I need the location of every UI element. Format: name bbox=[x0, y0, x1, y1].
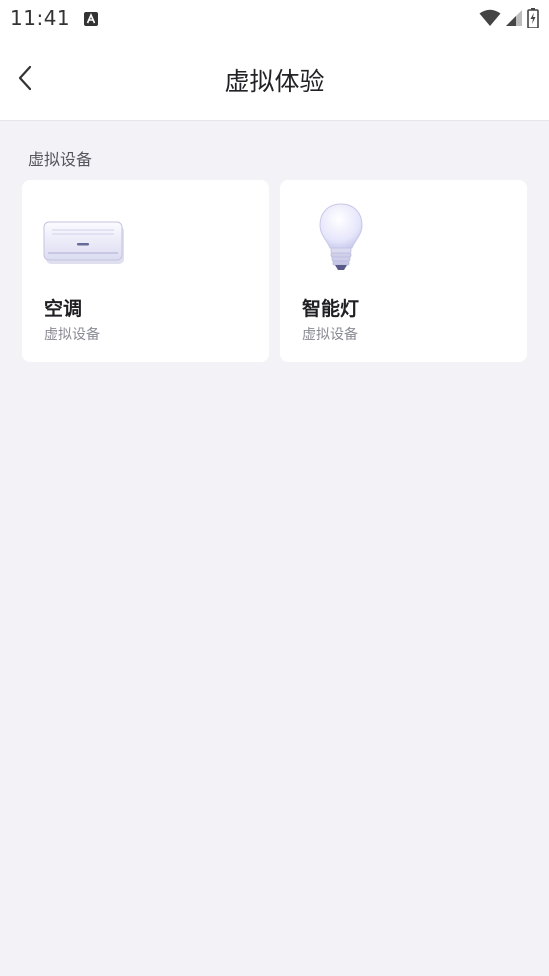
page-title: 虚拟体验 bbox=[224, 67, 325, 96]
app-bar: 虚拟体验 bbox=[0, 38, 549, 121]
notification-a-icon bbox=[84, 11, 98, 30]
device-card-air-conditioner[interactable]: 空调 虚拟设备 bbox=[22, 180, 269, 362]
device-subtitle: 虚拟设备 bbox=[302, 327, 358, 343]
status-indicators bbox=[479, 8, 539, 32]
signal-icon bbox=[505, 9, 523, 31]
battery-charging-icon bbox=[527, 8, 539, 32]
status-bar: 11:41 bbox=[0, 0, 549, 38]
device-name: 智能灯 bbox=[302, 298, 360, 320]
air-conditioner-icon bbox=[42, 202, 126, 286]
status-time: 11:41 bbox=[10, 6, 71, 30]
section-label: 虚拟设备 bbox=[28, 150, 93, 169]
device-subtitle: 虚拟设备 bbox=[44, 327, 100, 343]
device-card-smart-light[interactable]: 智能灯 虚拟设备 bbox=[280, 180, 527, 362]
device-name: 空调 bbox=[44, 298, 83, 320]
light-bulb-icon bbox=[300, 202, 384, 286]
wifi-icon bbox=[479, 9, 501, 31]
